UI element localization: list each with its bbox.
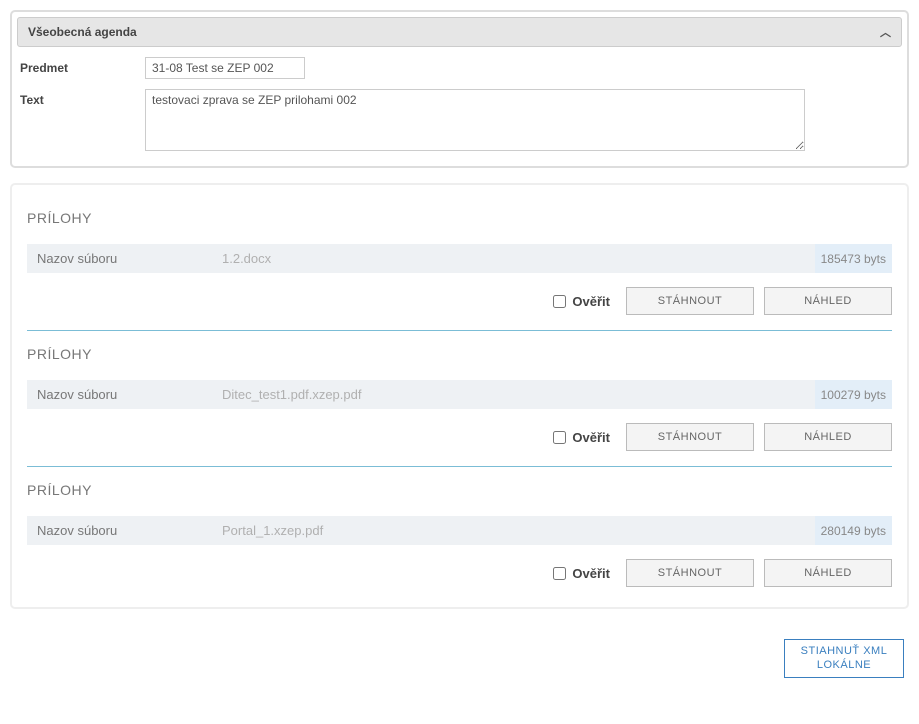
verify-checkbox-wrap[interactable]: Ověřit (553, 566, 610, 581)
attachments-title: PRÍLOHY (27, 482, 892, 498)
attachment-row: Nazov súboru 1.2.docx 185473 byts (27, 244, 892, 273)
predmet-row: Predmet (17, 57, 902, 79)
verify-checkbox[interactable] (553, 295, 566, 308)
verify-label: Ověřit (572, 430, 610, 445)
attachment-section: PRÍLOHY Nazov súboru Portal_1.xzep.pdf 2… (27, 467, 892, 592)
text-textarea[interactable] (145, 89, 805, 151)
attachment-actions: Ověřit STÁHNOUT NÁHLED (27, 423, 892, 451)
attachments-panel: PRÍLOHY Nazov súboru 1.2.docx 185473 byt… (10, 183, 909, 609)
attachment-filesize: 280149 byts (815, 516, 892, 545)
preview-button[interactable]: NÁHLED (764, 287, 892, 315)
download-button[interactable]: STÁHNOUT (626, 287, 754, 315)
attachment-filename: 1.2.docx (222, 251, 825, 266)
footer: STIAHNUŤ XML LOKÁLNE (10, 639, 909, 678)
attachment-filesize: 100279 byts (815, 380, 892, 409)
verify-checkbox-wrap[interactable]: Ověřit (553, 294, 610, 309)
attachment-row-label: Nazov súboru (37, 523, 222, 538)
agenda-panel-title: Všeobecná agenda (28, 25, 137, 39)
text-label: Text (20, 89, 145, 107)
download-button[interactable]: STÁHNOUT (626, 423, 754, 451)
text-row: Text (17, 89, 902, 151)
verify-checkbox[interactable] (553, 431, 566, 444)
predmet-input[interactable] (145, 57, 305, 79)
agenda-panel-header[interactable]: Všeobecná agenda ︿ (17, 17, 902, 47)
attachments-title: PRÍLOHY (27, 210, 892, 226)
attachment-row: Nazov súboru Portal_1.xzep.pdf 280149 by… (27, 516, 892, 545)
attachment-row-label: Nazov súboru (37, 387, 222, 402)
attachment-section: PRÍLOHY Nazov súboru Ditec_test1.pdf.xze… (27, 331, 892, 467)
verify-label: Ověřit (572, 294, 610, 309)
preview-button[interactable]: NÁHLED (764, 559, 892, 587)
attachment-filename: Portal_1.xzep.pdf (222, 523, 825, 538)
verify-checkbox-wrap[interactable]: Ověřit (553, 430, 610, 445)
predmet-label: Predmet (20, 57, 145, 75)
download-xml-button[interactable]: STIAHNUŤ XML LOKÁLNE (784, 639, 904, 678)
attachment-actions: Ověřit STÁHNOUT NÁHLED (27, 559, 892, 587)
attachment-section: PRÍLOHY Nazov súboru 1.2.docx 185473 byt… (27, 195, 892, 331)
attachment-filesize: 185473 byts (815, 244, 892, 273)
attachment-row: Nazov súboru Ditec_test1.pdf.xzep.pdf 10… (27, 380, 892, 409)
attachments-title: PRÍLOHY (27, 346, 892, 362)
collapse-icon[interactable]: ︿ (880, 24, 891, 40)
attachment-row-label: Nazov súboru (37, 251, 222, 266)
attachment-actions: Ověřit STÁHNOUT NÁHLED (27, 287, 892, 315)
attachment-filename: Ditec_test1.pdf.xzep.pdf (222, 387, 825, 402)
agenda-panel: Všeobecná agenda ︿ Predmet Text (10, 10, 909, 168)
verify-checkbox[interactable] (553, 567, 566, 580)
preview-button[interactable]: NÁHLED (764, 423, 892, 451)
download-button[interactable]: STÁHNOUT (626, 559, 754, 587)
verify-label: Ověřit (572, 566, 610, 581)
